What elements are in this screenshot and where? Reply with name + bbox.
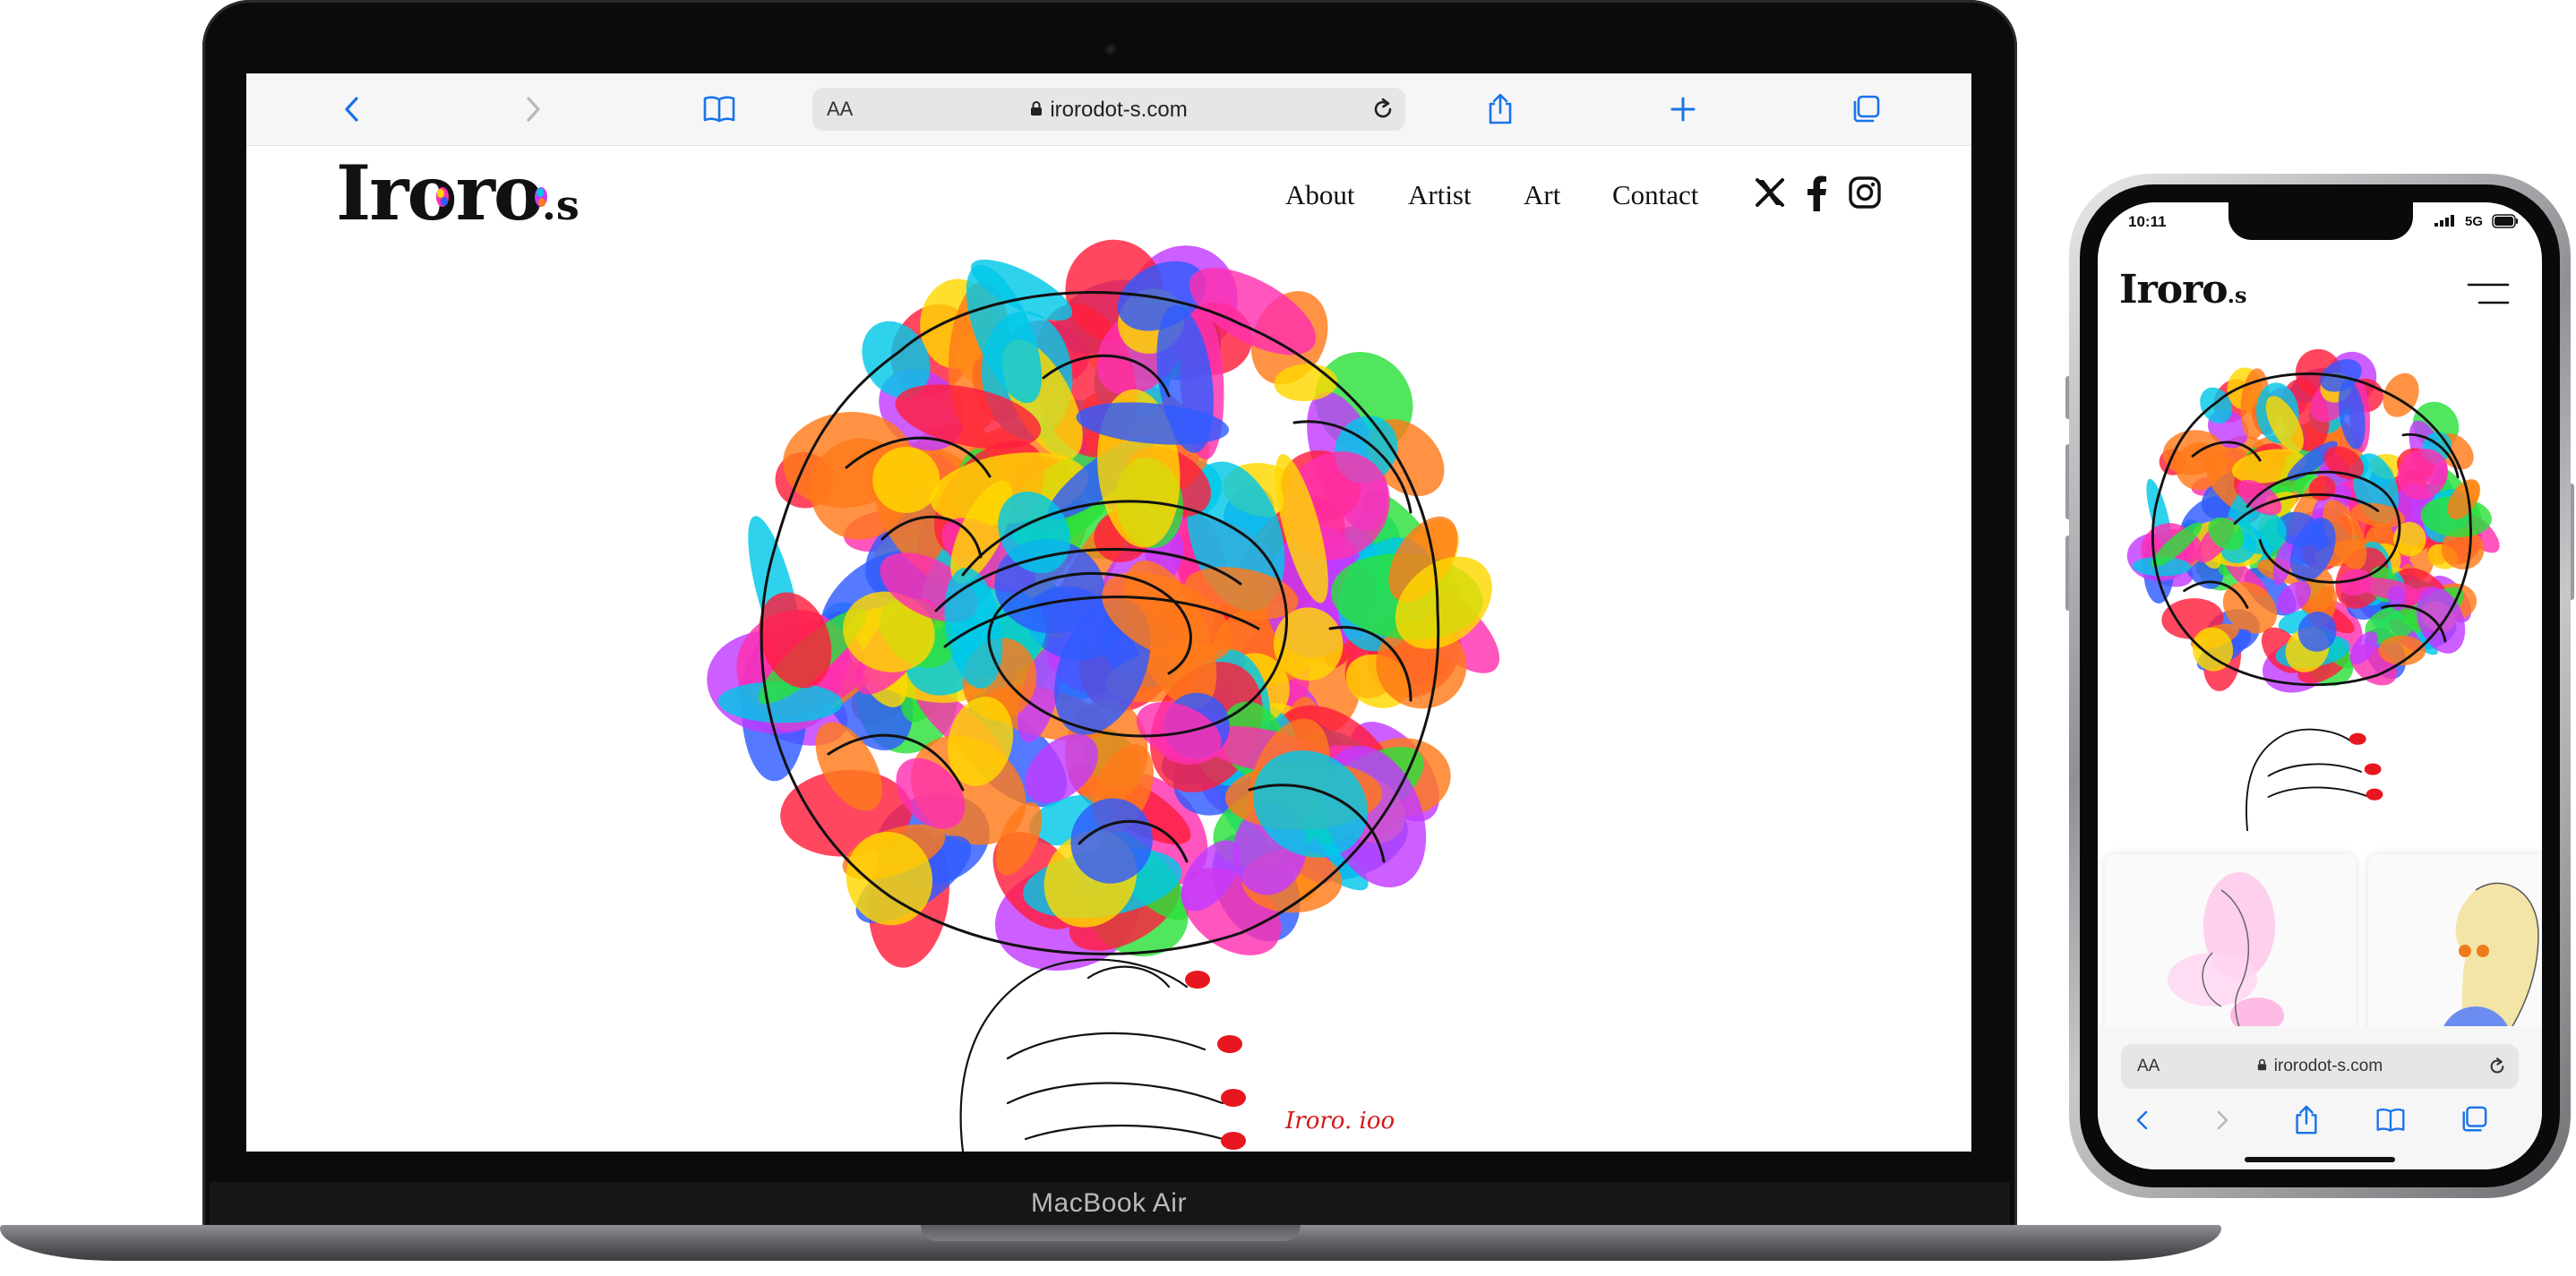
chevron-right-icon: [527, 97, 540, 122]
nav-contact[interactable]: Contact: [1612, 179, 1698, 211]
macbook-screen: AA irorodot-s.com Iroro.s About Artist A…: [246, 73, 1971, 1152]
url-text: irorodot-s.com: [1050, 98, 1188, 122]
lock-icon: [1030, 98, 1043, 123]
instagram-social-link[interactable]: [1848, 176, 1884, 211]
logo-color-accent: [436, 187, 449, 207]
mobile-bookmarks-button[interactable]: [2375, 1105, 2406, 1135]
menu-button[interactable]: [2467, 279, 2510, 308]
battery-icon: [2492, 214, 2519, 233]
book-icon: [703, 96, 735, 123]
chevron-left-icon: [2136, 1110, 2148, 1130]
hamburger-icon: [2467, 283, 2510, 304]
facebook-social-link[interactable]: [1803, 176, 1839, 211]
mobile-forward-button[interactable]: [2207, 1105, 2237, 1135]
share-button[interactable]: [1482, 91, 1518, 127]
chevron-right-icon: [2217, 1110, 2228, 1130]
tabs-overview-button[interactable]: [1848, 91, 1884, 127]
iphone-notch: [2228, 202, 2413, 240]
bookmarks-button[interactable]: [701, 91, 737, 127]
plus-icon: [1670, 97, 1696, 122]
lock-icon: [2257, 1057, 2267, 1076]
mobile-logo-text: Iroro: [2119, 267, 2228, 313]
gallery-card[interactable]: [2105, 854, 2356, 1042]
url-display: irorodot-s.com: [812, 98, 1405, 123]
mobile-tabs-button[interactable]: [2460, 1105, 2490, 1135]
mobile-reload-button[interactable]: [2486, 1056, 2508, 1077]
mobile-address-bar[interactable]: AA irorodot-s.com: [2121, 1044, 2519, 1089]
reload-button[interactable]: [1370, 96, 1396, 123]
mobile-share-button[interactable]: [2291, 1105, 2322, 1135]
macbook-model-label: MacBook Air: [1031, 1188, 1187, 1218]
forward-button[interactable]: [515, 91, 551, 127]
artwork-signature: Iroro. ioo: [1284, 1108, 1395, 1135]
book-icon: [2376, 1108, 2405, 1132]
iphone-screen: 10:11 5G Iroro.s AA irorodot-s.com: [2098, 202, 2542, 1169]
reload-icon: [2490, 1058, 2504, 1074]
gallery-artwork-thumbnail: [2440, 882, 2539, 1042]
camera-icon: [1104, 43, 1117, 56]
mobile-url-display: irorodot-s.com: [2121, 1057, 2519, 1076]
reload-icon: [1374, 98, 1392, 118]
x-social-link[interactable]: [1753, 176, 1789, 211]
tabs-icon: [1853, 95, 1880, 123]
signal-icon: [2433, 215, 2460, 232]
hero-artwork: Iroro. ioo: [707, 239, 1500, 1152]
home-indicator: [2245, 1157, 2395, 1162]
share-icon: [2296, 1105, 2317, 1135]
logo-color-accent: [535, 187, 547, 207]
mobile-hero-artwork: [2126, 348, 2500, 831]
status-time: 10:11: [2128, 213, 2167, 230]
gallery-card[interactable]: [2368, 854, 2542, 1042]
instagram-icon: [1849, 176, 1881, 209]
gallery-artwork-thumbnail: [2168, 872, 2284, 1042]
new-tab-button[interactable]: [1665, 91, 1701, 127]
macbook-opening-notch: [921, 1225, 1301, 1241]
mobile-logo-suffix: .s: [2227, 282, 2247, 308]
x-icon: [1756, 178, 1784, 207]
chevron-left-icon: [345, 97, 358, 122]
facebook-icon: [1807, 176, 1826, 211]
mobile-url-text: irorodot-s.com: [2273, 1057, 2383, 1075]
mobile-back-button[interactable]: [2128, 1105, 2159, 1135]
tabs-icon: [2462, 1106, 2487, 1132]
safari-toolbar: AA irorodot-s.com: [246, 73, 1971, 146]
back-button[interactable]: [334, 91, 370, 127]
address-bar[interactable]: AA irorodot-s.com: [812, 88, 1405, 131]
mobile-site-logo[interactable]: Iroro.s: [2119, 270, 2247, 310]
status-network: 5G: [2465, 214, 2484, 229]
share-icon: [1489, 93, 1512, 124]
